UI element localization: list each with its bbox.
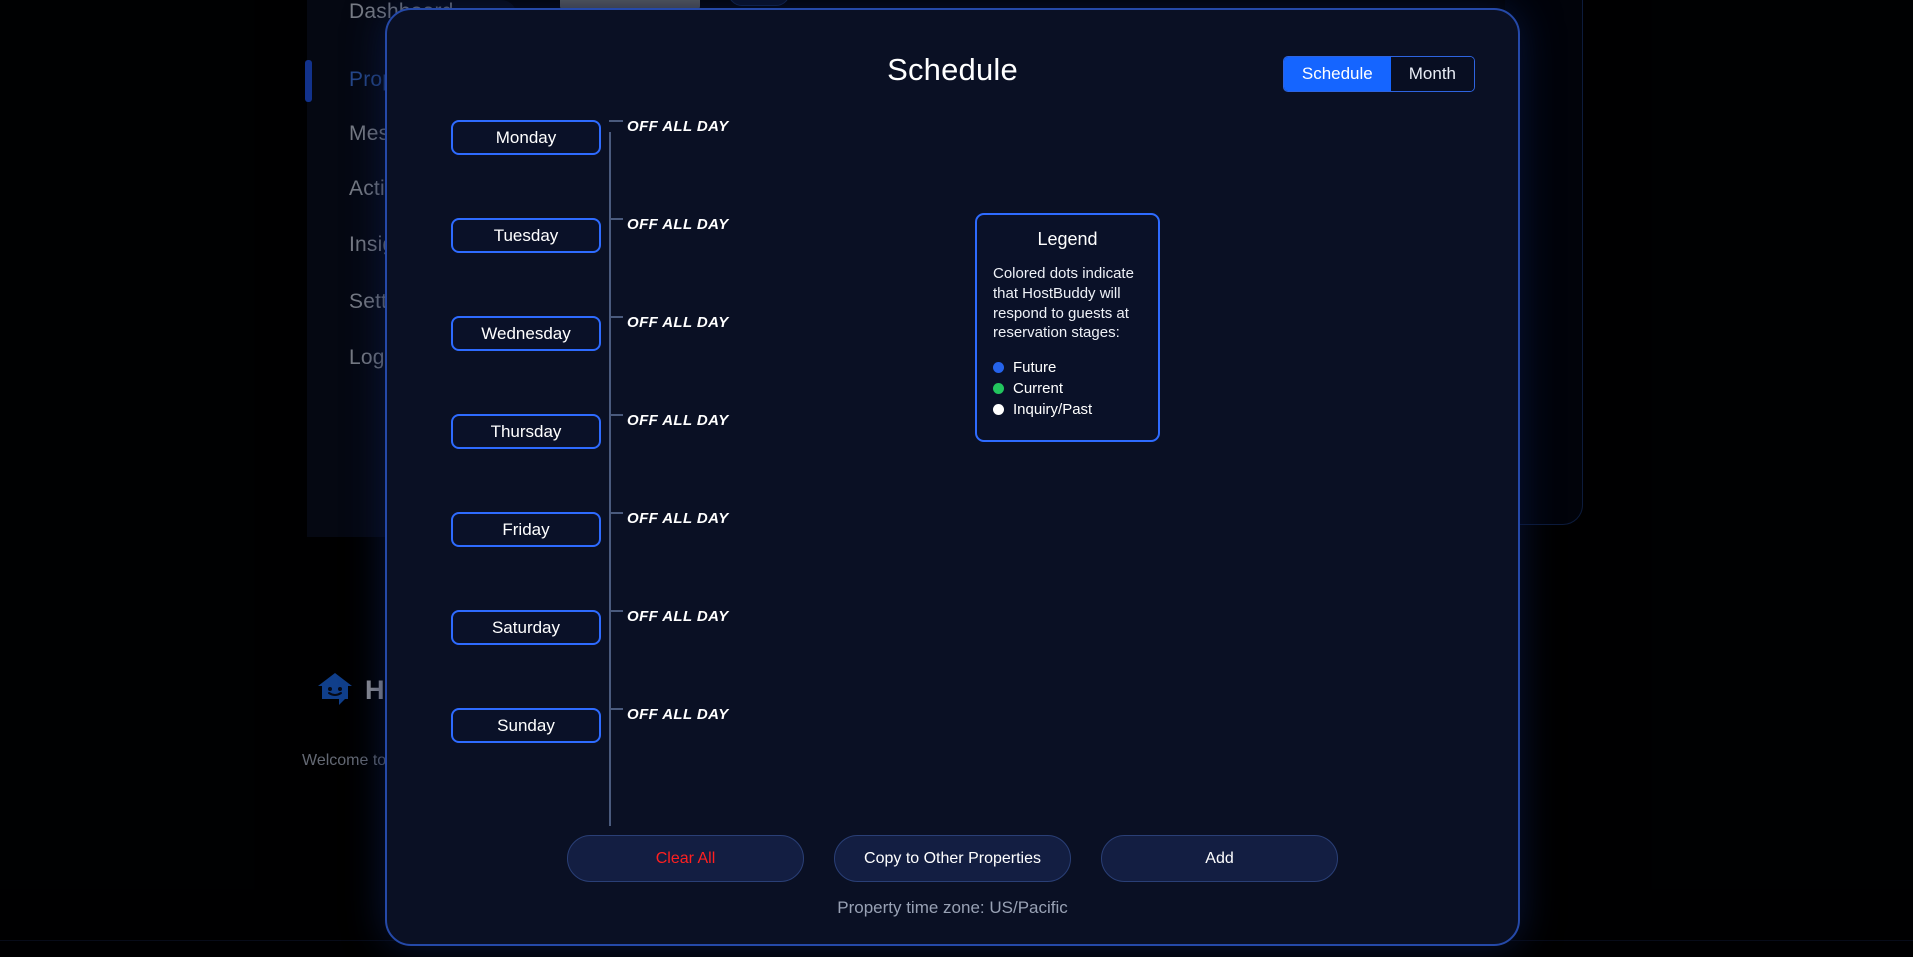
timezone-note: Property time zone: US/Pacific bbox=[837, 898, 1068, 917]
timeline-tick bbox=[609, 414, 623, 416]
view-toggle[interactable]: Schedule Month bbox=[1282, 56, 1475, 92]
day-button-thursday[interactable]: Thursday bbox=[451, 414, 601, 449]
legend-item: Inquiry/Past bbox=[993, 401, 1142, 418]
day-status-label: OFF ALL DAY bbox=[627, 608, 729, 625]
add-button[interactable]: Add bbox=[1101, 835, 1338, 882]
timeline-tick bbox=[609, 708, 623, 710]
day-status-label: OFF ALL DAY bbox=[627, 118, 729, 135]
day-button-saturday[interactable]: Saturday bbox=[451, 610, 601, 645]
day-row: Tuesday OFF ALL DAY bbox=[387, 216, 1518, 316]
day-row: Sunday OFF ALL DAY bbox=[387, 706, 1518, 806]
day-row: Friday OFF ALL DAY bbox=[387, 510, 1518, 610]
day-status-label: OFF ALL DAY bbox=[627, 216, 729, 233]
day-button-wednesday[interactable]: Wednesday bbox=[451, 316, 601, 351]
legend-item-label: Current bbox=[1013, 380, 1064, 398]
day-status-label: OFF ALL DAY bbox=[627, 412, 729, 429]
timeline-tick bbox=[609, 512, 623, 514]
timeline-tick bbox=[609, 218, 623, 220]
timeline-tick bbox=[609, 120, 623, 122]
schedule-modal: Schedule Schedule Month Monday OFF ALL DA… bbox=[385, 8, 1520, 946]
legend-description: Colored dots indicate that HostBuddy wil… bbox=[993, 265, 1134, 342]
view-toggle-month[interactable]: Month bbox=[1390, 57, 1474, 91]
day-status-label: OFF ALL DAY bbox=[627, 314, 729, 331]
day-row: Wednesday OFF ALL DAY bbox=[387, 314, 1518, 414]
day-row: Saturday OFF ALL DAY bbox=[387, 608, 1518, 708]
legend-dot-icon bbox=[993, 404, 1004, 416]
legend-item: Future bbox=[993, 359, 1142, 376]
legend-dot-icon bbox=[993, 383, 1004, 395]
legend-panel: Legend Colored dots indicate that HostBu… bbox=[975, 213, 1160, 443]
legend-items: Future Current Inquiry/Past bbox=[993, 359, 1142, 418]
clear-all-button[interactable]: Clear All bbox=[567, 835, 804, 882]
day-status-label: OFF ALL DAY bbox=[627, 706, 729, 723]
day-row: Thursday OFF ALL DAY bbox=[387, 412, 1518, 512]
legend-item: Current bbox=[993, 380, 1142, 397]
day-status-label: OFF ALL DAY bbox=[627, 510, 729, 527]
day-button-tuesday[interactable]: Tuesday bbox=[451, 218, 601, 253]
legend-title: Legend bbox=[1037, 229, 1098, 249]
schedule-day-list: Monday OFF ALL DAY Tuesday OFF ALL DAY Wedne… bbox=[387, 118, 1518, 826]
day-row: Monday OFF ALL DAY bbox=[387, 118, 1518, 218]
modal-footer-actions: Clear All Copy to Other Properties Add bbox=[387, 835, 1518, 882]
legend-dot-icon bbox=[993, 362, 1004, 374]
view-toggle-schedule[interactable]: Schedule bbox=[1283, 57, 1391, 91]
day-button-sunday[interactable]: Sunday bbox=[451, 708, 601, 743]
day-button-monday[interactable]: Monday bbox=[451, 120, 601, 155]
legend-item-label: Future bbox=[1013, 359, 1057, 377]
copy-to-other-properties-button[interactable]: Copy to Other Properties bbox=[834, 835, 1071, 882]
timeline-tick bbox=[609, 316, 623, 318]
legend-item-label: Inquiry/Past bbox=[1013, 401, 1093, 419]
day-button-friday[interactable]: Friday bbox=[451, 512, 601, 547]
timeline-tick bbox=[609, 610, 623, 612]
